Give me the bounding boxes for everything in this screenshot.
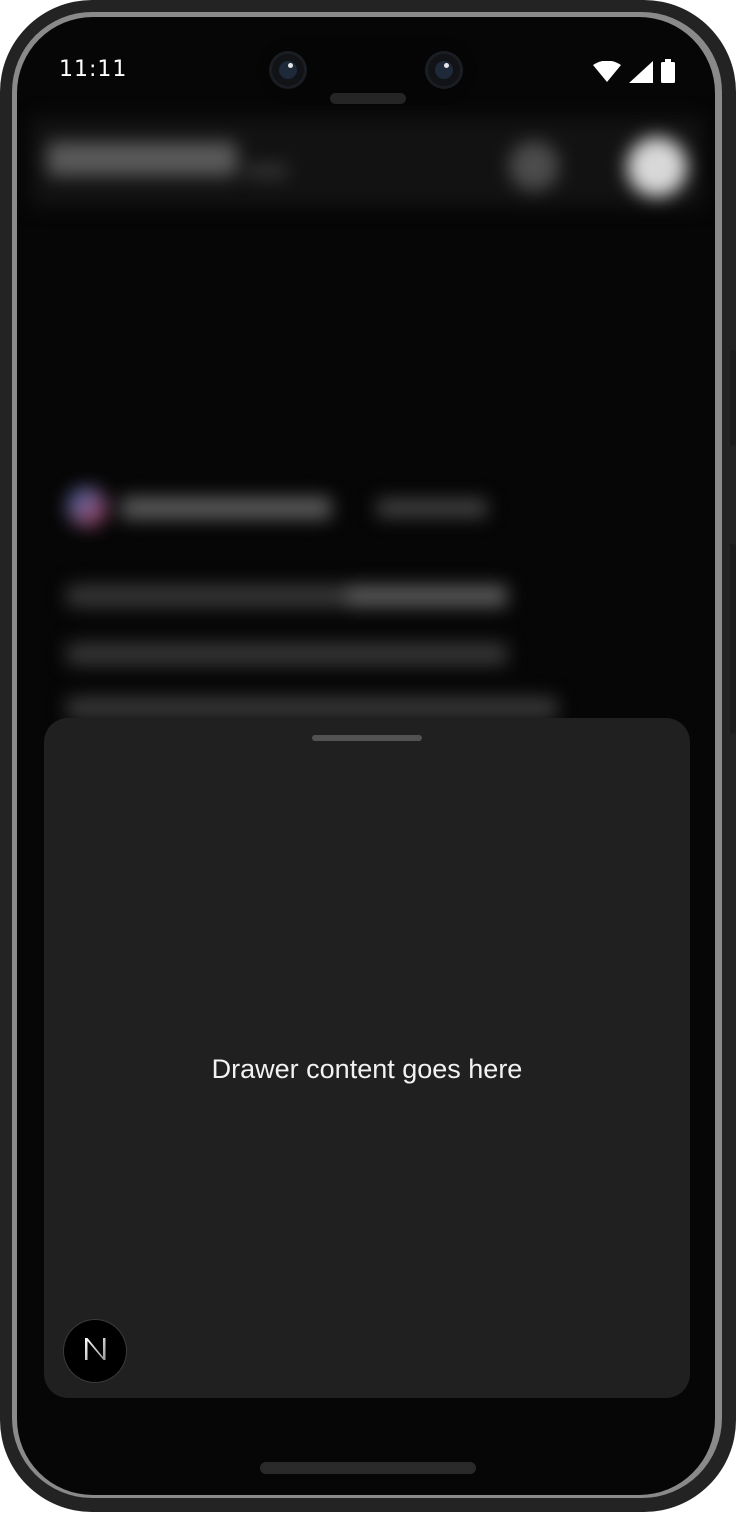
blurred-header-button (509, 141, 559, 191)
blurred-text-line (67, 585, 347, 607)
blurred-text-line (67, 643, 507, 665)
blurred-text-highlight (347, 585, 507, 607)
front-sensor-icon (425, 51, 463, 89)
phone-frame: 11:11 Drawer content goes here (0, 0, 736, 1512)
blurred-author-avatar (67, 487, 107, 527)
next-logo-button[interactable] (64, 1320, 126, 1382)
blurred-logo (47, 142, 237, 176)
next-logo-icon (82, 1336, 108, 1366)
bottom-drawer[interactable]: Drawer content goes here (44, 718, 690, 1398)
front-camera-icon (269, 51, 307, 89)
status-time: 11:11 (59, 57, 128, 82)
home-indicator[interactable] (260, 1462, 476, 1474)
blurred-author-name (121, 497, 331, 519)
volume-rocker (730, 544, 736, 734)
wifi-icon (593, 60, 621, 87)
blurred-background-page (17, 107, 715, 747)
cellular-signal-icon (629, 61, 653, 87)
earpiece-speaker (330, 93, 406, 104)
blurred-date (377, 499, 487, 517)
blurred-logo-suffix (247, 165, 287, 177)
status-icons (593, 59, 675, 87)
battery-icon (661, 59, 675, 87)
drawer-content-text: Drawer content goes here (211, 1054, 523, 1084)
phone-screen: 11:11 Drawer content goes here (17, 17, 715, 1495)
blurred-avatar-button (627, 137, 687, 197)
power-button (730, 350, 736, 446)
drawer-drag-handle[interactable] (312, 735, 422, 741)
blurred-text-line (67, 697, 557, 719)
camera-cutout (257, 35, 477, 105)
